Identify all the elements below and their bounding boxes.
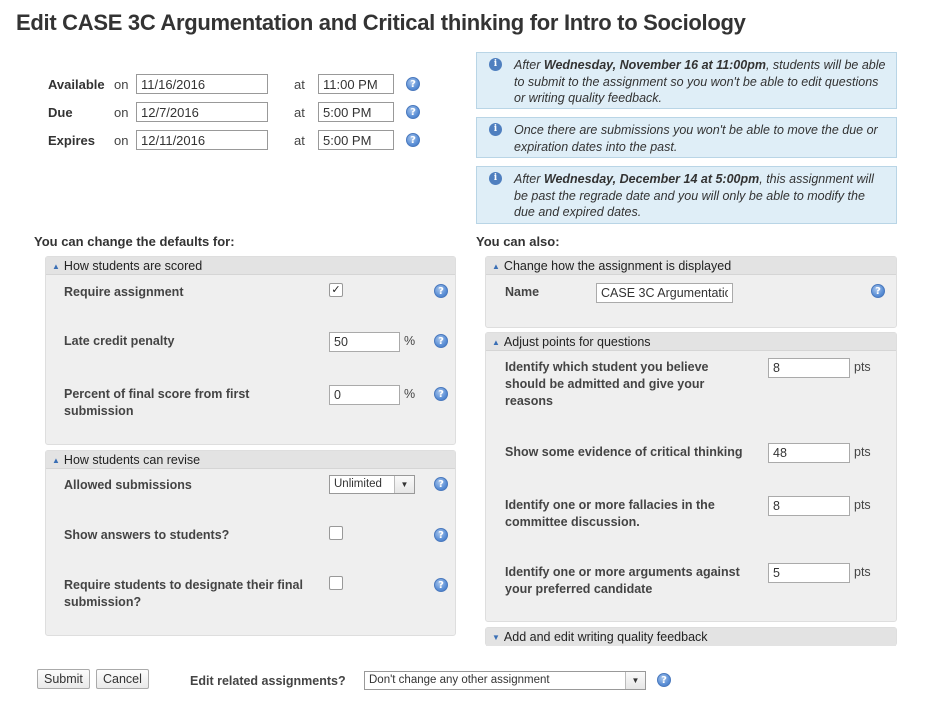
expires-label: Expires	[48, 132, 95, 148]
first-submission-input[interactable]	[329, 385, 400, 405]
on-text: on	[114, 76, 129, 92]
designate-final-checkbox[interactable]	[329, 576, 343, 590]
at-text: at	[294, 132, 305, 148]
question-label: Identify which student you believe shoul…	[505, 360, 709, 408]
assignment-name-input[interactable]	[596, 283, 733, 303]
expires-time-input[interactable]	[318, 130, 394, 150]
pts-unit: pts	[854, 445, 871, 459]
info-text: After	[514, 172, 544, 186]
available-row: Available on at ?	[48, 73, 420, 95]
display-panel-header[interactable]: ▲ Change how the assignment is displayed	[486, 257, 896, 275]
points-panel-header[interactable]: ▲ Adjust points for questions	[486, 333, 896, 351]
show-answers-label: Show answers to students?	[64, 528, 230, 542]
info-box-submission-lock: i After Wednesday, November 16 at 11:00p…	[476, 52, 897, 109]
question-points-input[interactable]	[768, 358, 850, 378]
due-label: Due	[48, 104, 73, 120]
available-date-input[interactable]	[136, 74, 268, 94]
expanded-arrow-icon: ▲	[52, 456, 60, 465]
info-box-due-dates: i Once there are submissions you won't b…	[476, 117, 897, 158]
name-label: Name	[505, 285, 540, 299]
help-icon[interactable]: ?	[434, 477, 448, 491]
question-points-input[interactable]	[768, 496, 850, 516]
due-time-input[interactable]	[318, 102, 394, 122]
feedback-panel: ▼ Add and edit writing quality feedback	[485, 627, 897, 646]
right-section-heading: You can also:	[476, 234, 560, 249]
selected-value: Don't change any other assignment	[369, 674, 550, 686]
panel-title: How students are scored	[63, 259, 203, 273]
help-icon[interactable]: ?	[406, 133, 420, 147]
collapsed-arrow-icon: ▼	[492, 633, 500, 642]
expires-row: Expires on at ?	[48, 129, 420, 151]
designate-final-label: Require students to designate their fina…	[64, 578, 303, 609]
pts-unit: pts	[854, 360, 871, 374]
on-text: on	[114, 104, 129, 120]
panel-title: How students can revise	[63, 453, 201, 467]
available-label: Available	[48, 76, 105, 92]
page-title: Edit CASE 3C Argumentation and Critical …	[16, 10, 746, 35]
require-assignment-label: Require assignment	[64, 285, 184, 299]
revise-panel-header[interactable]: ▲ How students can revise	[46, 451, 455, 469]
help-icon[interactable]: ?	[657, 673, 671, 687]
related-assignments-label: Edit related assignments?	[190, 674, 346, 688]
question-label: Show some evidence of critical thinking	[505, 445, 743, 459]
expanded-arrow-icon: ▲	[492, 262, 500, 271]
left-section-heading: You can change the defaults for:	[34, 234, 235, 249]
feedback-panel-header[interactable]: ▼ Add and edit writing quality feedback	[486, 628, 896, 646]
help-icon[interactable]: ?	[434, 528, 448, 542]
cancel-button[interactable]: Cancel	[96, 669, 149, 689]
info-text: Once there are submissions you won't be …	[514, 123, 878, 154]
at-text: at	[294, 104, 305, 120]
help-icon[interactable]: ?	[434, 578, 448, 592]
on-text: on	[114, 132, 129, 148]
question-points-input[interactable]	[768, 563, 850, 583]
info-icon: i	[489, 172, 502, 185]
dropdown-arrow-icon: ▼	[625, 672, 645, 689]
info-icon: i	[489, 123, 502, 136]
help-icon[interactable]: ?	[871, 284, 885, 298]
expanded-arrow-icon: ▲	[52, 262, 60, 271]
help-icon[interactable]: ?	[434, 334, 448, 348]
panel-title: Change how the assignment is displayed	[503, 259, 732, 273]
question-points-input[interactable]	[768, 443, 850, 463]
scoring-panel: ▲ How students are scored Require assignm…	[45, 256, 456, 445]
info-box-regrade: i After Wednesday, December 14 at 5:00pm…	[476, 166, 897, 224]
submit-button[interactable]: Submit	[37, 669, 90, 689]
show-answers-checkbox[interactable]	[329, 526, 343, 540]
info-date: Wednesday, November 16 at 11:00pm	[543, 58, 766, 72]
available-time-input[interactable]	[318, 74, 394, 94]
help-icon[interactable]: ?	[434, 284, 448, 298]
related-assignments-select[interactable]: Don't change any other assignment ▼	[364, 671, 646, 690]
dropdown-arrow-icon: ▼	[394, 476, 414, 493]
info-date: Wednesday, December 14 at 5:00pm	[543, 172, 760, 186]
allowed-submissions-select[interactable]: Unlimited ▼	[329, 475, 415, 494]
require-assignment-checkbox[interactable]: ✓	[329, 283, 343, 297]
info-text: After	[514, 58, 544, 72]
expires-date-input[interactable]	[136, 130, 268, 150]
percent-unit: %	[404, 334, 416, 348]
panel-title: Adjust points for questions	[503, 335, 651, 349]
panel-title: Add and edit writing quality feedback	[503, 630, 708, 644]
pts-unit: pts	[854, 565, 871, 579]
info-icon: i	[489, 58, 502, 71]
selected-value: Unlimited	[334, 478, 382, 490]
scoring-panel-header[interactable]: ▲ How students are scored	[46, 257, 455, 275]
expanded-arrow-icon: ▲	[492, 338, 500, 347]
help-icon[interactable]: ?	[406, 105, 420, 119]
due-date-input[interactable]	[136, 102, 268, 122]
due-row: Due on at ?	[48, 101, 420, 123]
question-label: Identify one or more arguments against y…	[505, 565, 740, 596]
late-penalty-label: Late credit penalty	[64, 334, 175, 348]
display-panel: ▲ Change how the assignment is displayed …	[485, 256, 897, 328]
help-icon[interactable]: ?	[434, 387, 448, 401]
late-penalty-input[interactable]	[329, 332, 400, 352]
points-panel: ▲ Adjust points for questions Identify wh…	[485, 332, 897, 622]
question-label: Identify one or more fallacies in the co…	[505, 498, 715, 529]
at-text: at	[294, 76, 305, 92]
pts-unit: pts	[854, 498, 871, 512]
revise-panel: ▲ How students can revise Allowed submiss…	[45, 450, 456, 636]
first-submission-label: Percent of final score from first submis…	[64, 387, 250, 418]
percent-unit: %	[404, 387, 416, 401]
help-icon[interactable]: ?	[406, 77, 420, 91]
allowed-submissions-label: Allowed submissions	[64, 478, 192, 492]
